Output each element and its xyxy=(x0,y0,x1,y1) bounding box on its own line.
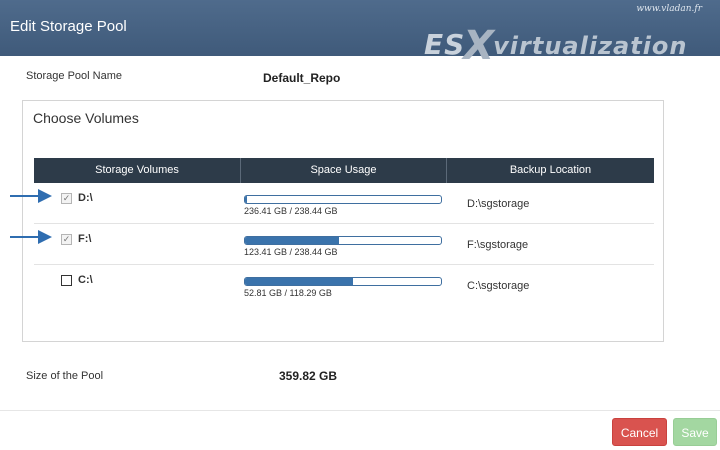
column-header-backup-location: Backup Location xyxy=(509,164,592,176)
column-header-space-usage: Space Usage xyxy=(241,158,447,183)
table-row: C:\ 52.81 GB / 118.29 GB C:\sgstorage xyxy=(34,265,654,306)
space-usage-bar-fill xyxy=(245,278,353,285)
save-button[interactable]: Save xyxy=(673,418,717,446)
volume-checkbox[interactable] xyxy=(61,275,72,286)
logo-es: ES xyxy=(424,28,466,61)
column-header-storage-volumes: Storage Volumes xyxy=(34,158,241,183)
volumes-table-body: ✓ D:\ 236.41 GB / 238.44 GB D:\sgstorage ✓ F:… xyxy=(34,183,654,306)
table-row: ✓ F:\ 123.41 GB / 238.44 GB F:\sgstorage xyxy=(34,224,654,265)
logo-url: www.vladan.fr xyxy=(636,4,702,14)
footer-divider xyxy=(0,410,720,411)
volumes-table-header: Storage Volumes Space Usage Backup Locat… xyxy=(34,158,654,183)
volume-name: F:\ xyxy=(78,233,92,245)
logo-x: X xyxy=(463,23,496,69)
dialog-header: Edit Storage Pool www.vladan.fr ESXvirtu… xyxy=(0,0,720,69)
logo-wordmark: ESXvirtualization xyxy=(424,18,688,69)
volume-name: D:\ xyxy=(78,192,93,204)
space-usage-bar-fill xyxy=(245,237,340,244)
pool-size-label: Size of the Pool xyxy=(26,370,104,382)
volumes-table: Storage Volumes Space Usage Backup Locat… xyxy=(34,158,654,306)
logo-virtualization: virtualization xyxy=(493,32,688,60)
space-usage-bar xyxy=(244,195,442,204)
esx-virtualization-logo: www.vladan.fr ESXvirtualization xyxy=(416,2,718,69)
volume-name: C:\ xyxy=(78,274,93,286)
space-usage-text: 52.81 GB / 118.29 GB xyxy=(244,288,332,298)
space-usage-bar-fill xyxy=(245,196,247,203)
space-usage-text: 123.41 GB / 238.44 GB xyxy=(244,247,338,257)
annotation-arrow-icon xyxy=(10,230,52,244)
volume-checkbox[interactable]: ✓ xyxy=(61,193,72,204)
volume-checkbox[interactable]: ✓ xyxy=(61,234,72,245)
space-usage-bar xyxy=(244,277,442,286)
dialog-title: Edit Storage Pool xyxy=(10,18,127,35)
space-usage-bar xyxy=(244,236,442,245)
pool-name-label: Storage Pool Name xyxy=(26,70,122,82)
backup-location: D:\sgstorage xyxy=(467,198,530,210)
backup-location: C:\sgstorage xyxy=(467,280,530,292)
pool-size-value: 359.82 GB xyxy=(279,369,338,383)
backup-location: F:\sgstorage xyxy=(467,239,529,251)
annotation-arrow-icon xyxy=(10,189,52,203)
table-row: ✓ D:\ 236.41 GB / 238.44 GB D:\sgstorage xyxy=(34,183,654,224)
choose-volumes-panel: Choose Volumes Storage Volumes Space Usa… xyxy=(22,100,664,342)
space-usage-text: 236.41 GB / 238.44 GB xyxy=(244,206,338,216)
pool-name-value: Default_Repo xyxy=(263,71,341,85)
cancel-button[interactable]: Cancel xyxy=(612,418,667,446)
choose-volumes-title: Choose Volumes xyxy=(33,110,139,126)
